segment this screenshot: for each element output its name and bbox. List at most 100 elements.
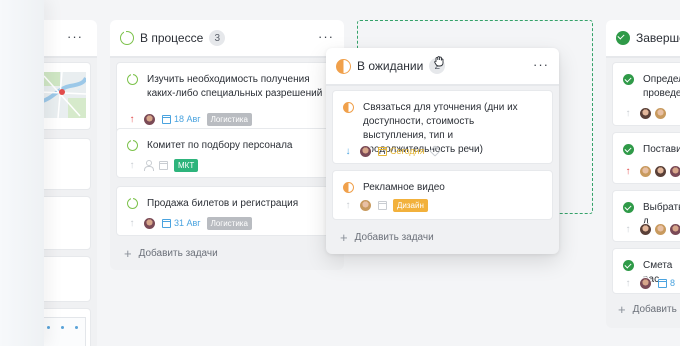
priority-arrow-icon[interactable]: ↑ [127,160,137,171]
column-header: В процессе 3 ··· [110,20,344,58]
task-card[interactable]: Изучить необходимость получения каких-ли… [116,62,338,138]
task-meta: ↑ 8 [623,275,680,291]
due-date: 18 Авг [174,114,201,124]
column-title: Заверше [636,31,680,45]
done-status-icon [623,260,634,271]
task-count-badge: 3 [209,30,226,46]
task-meta: ↑ 31 Авг Логистика [127,215,258,231]
task-card[interactable]: Поставит ↑ [612,132,680,184]
task-card[interactable]: Определи проведен ↑ [612,62,680,126]
priority-arrow-icon[interactable]: ↑ [623,108,633,119]
more-dots-icon[interactable]: ··· [318,30,334,43]
waiting-status-icon [336,58,351,74]
grab-hand-icon [434,56,444,67]
sidebar-edge [0,0,44,346]
task-meta: ↑ [623,163,680,179]
due-date: 31 Авг [174,218,201,228]
task-meta: ↑ Дизайн [343,197,434,213]
in-progress-status-icon [120,30,134,45]
task-title: Комитет по подбору персонала [147,140,293,151]
priority-arrow-icon[interactable]: ↑ [623,278,633,289]
task-title: Изучить необходимость получения каких-ли… [147,74,323,99]
task-card[interactable]: Связаться для уточнения (дни их доступно… [332,90,553,164]
plus-icon: + [124,245,132,261]
tag-mkt[interactable]: МКТ [174,158,199,172]
priority-arrow-icon[interactable]: ↑ [127,218,137,229]
calendar-icon[interactable] [162,114,171,124]
task-card[interactable]: Продажа билетов и регистрация ↑ 31 Авг Л… [116,186,338,236]
add-task-button[interactable]: + Добавить [618,301,677,317]
assignee-avatar[interactable] [654,222,667,236]
add-task-label: Добавить задачи [138,248,218,259]
task-card[interactable]: Рекламное видео ↑ Дизайн [332,170,553,220]
calendar-icon[interactable] [378,146,387,156]
in-progress-status-icon [127,197,138,209]
done-status-icon [623,202,634,213]
calendar-icon[interactable] [162,218,171,228]
thumb-dot [47,326,50,329]
task-meta: ↑ 18 Авг Логистика [127,111,258,127]
tag-logistics[interactable]: Логистика [206,216,252,230]
priority-arrow-icon[interactable]: ↑ [623,224,633,235]
priority-up-arrow-icon[interactable]: ↑ [623,166,633,177]
calendar-icon[interactable] [159,160,168,170]
column-header: В ожидании 2 ··· [326,48,559,86]
done-status-icon [623,144,634,155]
add-task-button[interactable]: + Добавить задачи [340,229,434,245]
add-task-label: Добавить [632,304,677,315]
priority-down-arrow-icon[interactable]: ↓ [343,146,353,157]
tag-icon[interactable] [428,145,441,157]
task-meta: ↑ [623,221,680,237]
column-waiting-dragging[interactable]: В ожидании 2 ··· Связаться для уточнения… [326,48,559,254]
waiting-status-icon [343,102,354,113]
waiting-status-icon [343,182,354,193]
task-title: Рекламное видео [363,182,445,193]
calendar-icon[interactable] [658,278,667,288]
due-date: Сегодня [390,146,425,156]
image-thumbnail [40,317,86,346]
task-meta: ↑ [623,105,673,121]
add-task-label: Добавить задачи [354,232,434,243]
assignee-avatar[interactable] [654,164,667,178]
add-task-button[interactable]: + Добавить задачи [124,245,218,261]
priority-arrow-icon[interactable]: ↑ [343,200,353,211]
assignee-avatar[interactable] [654,106,667,120]
calendar-icon[interactable] [378,200,387,210]
thumb-dot [61,326,64,329]
column-title: В процессе [140,31,204,45]
plus-icon: + [618,301,626,317]
column-done: Заверше Определи проведен ↑ Поставит ↑ В… [606,20,680,328]
assignee-avatar[interactable] [359,144,372,158]
task-title-line: Определи [643,74,680,85]
assignee-avatar[interactable] [669,164,680,178]
tag-design[interactable]: Дизайн [393,198,428,212]
done-status-icon [623,74,634,85]
task-title-line: проведен [643,88,680,99]
tag-logistics[interactable]: Логистика [206,112,252,126]
assignee-avatar[interactable] [639,106,652,120]
more-dots-icon[interactable]: ··· [533,58,549,71]
done-status-icon [616,31,630,45]
task-card[interactable]: Выбрать д ↑ [612,190,680,242]
in-progress-status-icon [127,139,138,151]
assignee-avatar[interactable] [143,112,156,126]
in-progress-status-icon [127,73,138,85]
task-meta: ↓ Сегодня [343,143,445,159]
task-title: Продажа билетов и регистрация [147,198,299,209]
assignee-avatar[interactable] [639,222,652,236]
plus-icon: + [340,229,348,245]
assignee-avatar[interactable] [639,164,652,178]
assignee-avatar[interactable] [669,222,680,236]
assignee-avatar[interactable] [359,198,372,212]
map-thumbnail [40,72,86,118]
task-card[interactable]: Смета рас ↑ 8 [612,248,680,294]
more-dots-icon[interactable]: ··· [67,30,83,43]
assignee-icon[interactable] [143,160,154,171]
task-title: Поставит [643,144,680,155]
assignee-avatar[interactable] [639,276,652,290]
assignee-avatar[interactable] [143,216,156,230]
column-in-progress: В процессе 3 ··· Изучить необходимость п… [110,20,344,270]
task-card[interactable]: Комитет по подбору персонала ↑ МКТ [116,128,338,178]
column-header: Заверше [606,20,680,58]
priority-up-arrow-icon[interactable]: ↑ [127,114,137,125]
